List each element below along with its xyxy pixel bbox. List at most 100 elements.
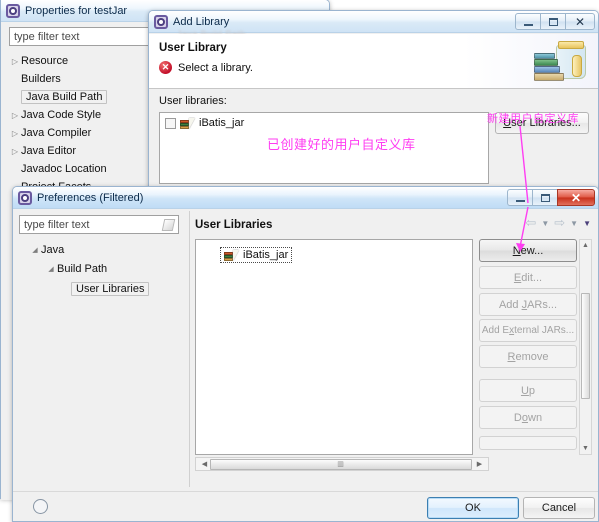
library-jar-icon [534, 39, 590, 83]
tree-item-label: Java Code Style [21, 109, 102, 121]
add-library-banner-message-row: ✕ Select a library. [159, 61, 253, 74]
add-external-jars-button-label: Add External JARs... [481, 325, 575, 336]
annotation-new-user-library: 新建用户自定义库 [487, 112, 579, 125]
add-jars-button-label: Add JARs... [498, 298, 558, 311]
library-icon [180, 117, 195, 129]
vertical-scrollbar[interactable]: ▲ ▼ [579, 239, 592, 455]
help-icon[interactable] [33, 499, 48, 514]
minimize-icon[interactable] [507, 189, 533, 206]
properties-filter-placeholder: type filter text [14, 30, 80, 43]
add-jars-button[interactable]: Add JARs... [479, 293, 577, 316]
tree-item-label: iBatis_jar [243, 249, 289, 261]
library-icon [224, 249, 239, 261]
user-libraries-tree[interactable]: iBatis_jar [195, 239, 473, 455]
scroll-up-icon[interactable]: ▲ [580, 240, 591, 251]
expand-arrow-icon[interactable]: ▷ [9, 57, 21, 66]
new-button[interactable]: New... [479, 239, 577, 262]
list-item[interactable]: iBatis_jar [160, 113, 488, 133]
extra-button-clipped[interactable] [479, 436, 577, 450]
hscroll-thumb[interactable]: ▥ [210, 458, 472, 470]
down-button-label: Down [513, 411, 543, 424]
preferences-tree: ◢ Java ◢ Build Path User Libraries [19, 242, 187, 297]
up-button-label: Up [520, 384, 536, 397]
library-checkbox[interactable] [165, 117, 176, 129]
tree-item-label: Java Build Path [21, 90, 108, 104]
scroll-right-icon[interactable]: ▶ [473, 460, 486, 468]
user-libraries-label: User libraries: [159, 95, 227, 107]
ok-button-label: OK [465, 502, 481, 514]
collapse-arrow-icon[interactable]: ◢ [29, 246, 41, 254]
preferences-window: Preferences (Filtered) ✕ type filter tex… [12, 186, 599, 522]
tree-item-label: Javadoc Location [21, 163, 107, 175]
properties-title: Properties for testJar [25, 4, 128, 17]
annotation-existing-user-library: 已创建好的用户自定义库 [267, 138, 416, 153]
add-library-window-buttons: ✕ [515, 13, 595, 30]
add-library-banner-title: User Library [159, 42, 227, 54]
add-library-banner-message: Select a library. [178, 61, 253, 74]
edit-button[interactable]: Edit... [479, 266, 577, 289]
remove-button[interactable]: Remove [479, 345, 577, 368]
maximize-icon[interactable] [532, 189, 558, 206]
back-dropdown-icon[interactable]: ▼ [541, 219, 549, 228]
preferences-window-buttons: ✕ [507, 189, 595, 206]
list-item-label: iBatis_jar [199, 117, 245, 129]
expand-arrow-icon[interactable]: ▷ [9, 147, 21, 156]
tree-item-label: Resource [21, 55, 69, 67]
add-library-titlebar[interactable]: Add Library Java Build Path ✕ [149, 11, 598, 39]
ok-button[interactable]: OK [427, 497, 519, 519]
maximize-icon[interactable] [540, 13, 566, 30]
edit-button-label: Edit... [513, 271, 543, 284]
close-icon[interactable]: ✕ [557, 189, 595, 206]
tree-item-label: Java [41, 244, 65, 256]
eclipse-icon [6, 3, 20, 18]
vscroll-thumb[interactable] [581, 293, 590, 399]
new-button-label: New... [512, 244, 544, 257]
tree-item-ibatis-jar[interactable]: iBatis_jar [220, 247, 293, 263]
forward-arrow-icon[interactable]: ⇨ [554, 215, 565, 231]
view-menu-icon[interactable]: ▼ [583, 219, 591, 228]
cancel-button-label: Cancel [541, 502, 577, 514]
preferences-filter-placeholder: type filter text [24, 218, 90, 231]
close-icon[interactable]: ✕ [565, 13, 595, 30]
eclipse-icon [154, 14, 168, 29]
scroll-down-icon[interactable]: ▼ [580, 443, 591, 454]
add-library-banner: User Library ✕ Select a library. [149, 34, 598, 89]
library-action-buttons: New... Edit... Add JARs... Add External … [479, 239, 577, 450]
preferences-page-title: User Libraries [195, 219, 273, 231]
clear-filter-icon[interactable] [161, 219, 176, 231]
tree-item-label: Build Path [57, 263, 108, 275]
forward-dropdown-icon[interactable]: ▼ [570, 219, 578, 228]
preferences-titlebar[interactable]: Preferences (Filtered) ✕ [13, 187, 598, 209]
horizontal-scrollbar[interactable]: ◀ ▥ ▶ [195, 457, 489, 471]
preferences-filter-input[interactable]: type filter text [19, 215, 179, 234]
expand-arrow-icon[interactable]: ▷ [9, 111, 21, 120]
minimize-icon[interactable] [515, 13, 541, 30]
preferences-tree-item-user-libraries[interactable]: User Libraries [19, 281, 187, 297]
add-external-jars-button[interactable]: Add External JARs... [479, 319, 577, 342]
preferences-footer: OK Cancel [13, 491, 598, 521]
up-button[interactable]: Up [479, 379, 577, 402]
preferences-body: type filter text ◢ Java ◢ Build Path Use… [13, 209, 598, 521]
preferences-tree-item-build-path[interactable]: ◢ Build Path [19, 261, 187, 277]
preferences-nav-icons: ⇦ ▼ ⇨ ▼ ▼ [525, 215, 591, 231]
preferences-left-pane: type filter text ◢ Java ◢ Build Path Use… [19, 215, 187, 487]
cancel-button[interactable]: Cancel [523, 497, 595, 519]
tree-item-label: User Libraries [71, 282, 150, 296]
preferences-right-pane: User Libraries ⇦ ▼ ⇨ ▼ ▼ iBatis_jar ◀ ▥ … [193, 213, 593, 489]
remove-button-label: Remove [507, 350, 549, 363]
tree-item-label: Builders [21, 73, 61, 85]
collapse-arrow-icon[interactable]: ◢ [45, 265, 57, 273]
down-button[interactable]: Down [479, 406, 577, 429]
pane-divider[interactable] [189, 211, 190, 487]
tree-item-label: Java Compiler [21, 127, 92, 139]
preferences-tree-item-java[interactable]: ◢ Java [19, 242, 187, 258]
add-library-window: Add Library Java Build Path ✕ User Libra… [148, 10, 599, 195]
add-library-title: Add Library [173, 15, 230, 28]
tree-item-label: Java Editor [21, 145, 77, 157]
screen: Properties for testJar type filter text … [0, 0, 599, 522]
error-icon: ✕ [159, 61, 172, 74]
back-arrow-icon[interactable]: ⇦ [525, 215, 536, 231]
eclipse-icon [18, 190, 32, 205]
preferences-title: Preferences (Filtered) [37, 191, 144, 204]
expand-arrow-icon[interactable]: ▷ [9, 129, 21, 138]
